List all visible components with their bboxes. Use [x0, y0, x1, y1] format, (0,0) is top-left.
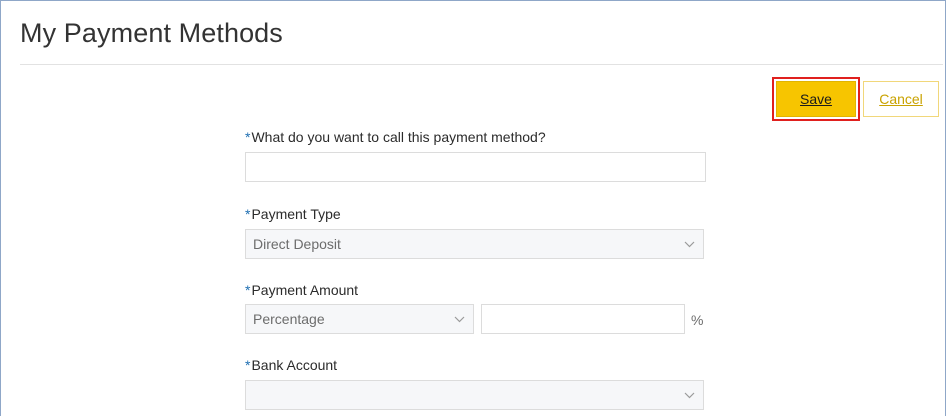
payment-amount-label: *Payment Amount	[245, 282, 358, 298]
payment-type-label-text: Payment Type	[251, 206, 341, 222]
chevron-down-icon	[682, 390, 696, 400]
payment-amount-label-text: Payment Amount	[251, 282, 359, 298]
save-button-label: Save	[800, 91, 832, 107]
bank-account-label: *Bank Account	[245, 357, 337, 373]
payment-amount-input[interactable]	[481, 304, 685, 334]
payment-method-name-label-text: What do you want to call this payment me…	[251, 129, 546, 145]
amount-type-selected-value: Percentage	[253, 311, 325, 327]
payment-type-select[interactable]: Direct Deposit	[245, 229, 704, 259]
amount-type-select[interactable]: Percentage	[245, 304, 474, 334]
required-asterisk: *	[245, 129, 251, 145]
required-asterisk: *	[245, 357, 251, 373]
required-asterisk: *	[245, 282, 251, 298]
payment-type-label: *Payment Type	[245, 206, 341, 222]
payment-type-selected-value: Direct Deposit	[253, 236, 341, 252]
page-title: My Payment Methods	[20, 18, 283, 48]
save-button[interactable]: Save	[776, 81, 856, 117]
title-divider	[20, 64, 943, 65]
cancel-button-label: Cancel	[879, 91, 923, 107]
cancel-button[interactable]: Cancel	[863, 81, 939, 117]
page-frame: My Payment Methods Save Cancel *What do …	[0, 0, 946, 416]
payment-method-name-input[interactable]	[245, 152, 706, 182]
chevron-down-icon	[682, 239, 696, 249]
payment-method-name-label: *What do you want to call this payment m…	[245, 129, 546, 145]
required-asterisk: *	[245, 206, 251, 222]
bank-account-select[interactable]	[245, 380, 704, 410]
percent-unit-label: %	[691, 312, 704, 328]
chevron-down-icon	[452, 314, 466, 324]
bank-account-label-text: Bank Account	[251, 357, 338, 373]
